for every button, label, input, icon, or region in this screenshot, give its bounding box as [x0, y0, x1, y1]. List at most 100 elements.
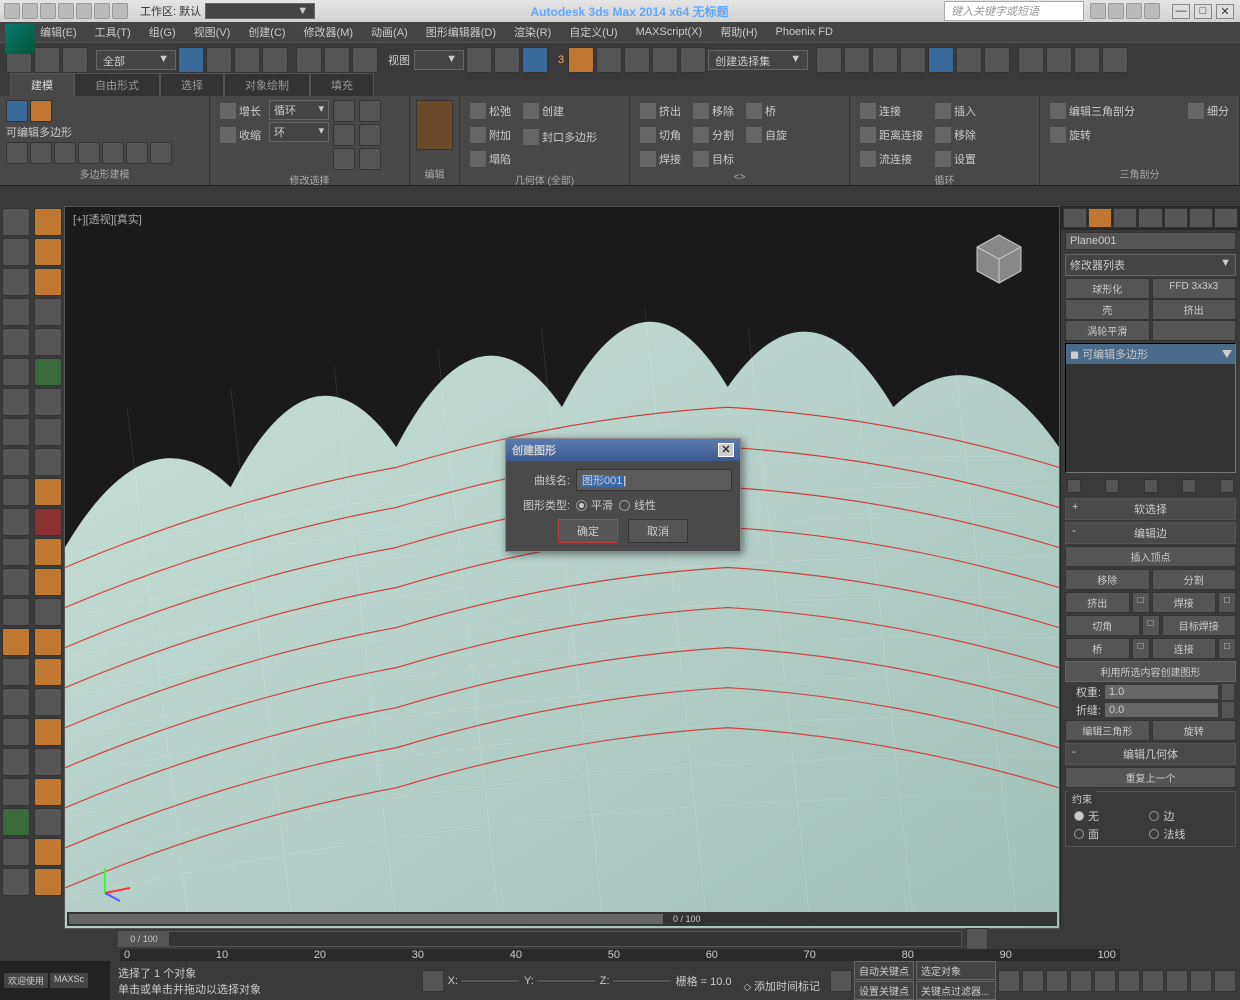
snow-icon[interactable]: [34, 748, 62, 776]
element-subobj-icon[interactable]: [54, 142, 76, 164]
maximize-button[interactable]: □: [1194, 4, 1212, 19]
constraint-none-radio[interactable]: 无: [1074, 808, 1147, 824]
lock-selection-icon[interactable]: [422, 970, 444, 992]
rotate-button-panel[interactable]: 旋转: [1152, 720, 1237, 741]
graphite-icon[interactable]: [900, 47, 926, 73]
utilities-panel-tab[interactable]: [1189, 208, 1213, 228]
time-config-icon[interactable]: [1118, 970, 1140, 992]
stack-editable-poly[interactable]: ◼ 可编辑多边形: [1066, 344, 1235, 364]
split-button[interactable]: 分割: [689, 124, 738, 146]
hierarchy-panel-tab[interactable]: [1113, 208, 1137, 228]
move-tool-icon[interactable]: [296, 47, 322, 73]
bind-space-warp-icon[interactable]: [62, 47, 88, 73]
cloud-icon[interactable]: [2, 418, 30, 446]
remove-mod-icon[interactable]: [1182, 479, 1196, 493]
key-filters-button[interactable]: 关键点过滤器...: [916, 981, 996, 1000]
rendered-frame-icon[interactable]: [1046, 47, 1072, 73]
flow-connect-button[interactable]: 流连接: [856, 148, 927, 170]
soft-selection-rollout[interactable]: +软选择: [1065, 498, 1236, 520]
ribbon-tab-modeling[interactable]: 建模: [10, 73, 74, 96]
crease-input[interactable]: 0.0: [1105, 703, 1218, 717]
ocean-icon[interactable]: [34, 688, 62, 716]
selected-obj-dropdown[interactable]: 选定对象: [916, 961, 996, 980]
bridge-settings-icon[interactable]: □: [1132, 638, 1150, 659]
pivot-center-icon[interactable]: [466, 47, 492, 73]
pan-view-icon[interactable]: [1142, 970, 1164, 992]
create-shape-from-sel-button[interactable]: 利用所选内容创建图形: [1065, 661, 1236, 682]
percent-snap-icon[interactable]: [624, 47, 650, 73]
trackbar-icon[interactable]: [966, 928, 988, 950]
remove-loop-button[interactable]: 移除: [931, 124, 980, 146]
edit-geometry-rollout[interactable]: -编辑几何体: [1065, 743, 1236, 765]
dialog-cancel-button[interactable]: 取消: [628, 519, 688, 543]
modifier-list-dropdown[interactable]: 修改器列表▼: [1065, 254, 1236, 276]
connect-edge-button[interactable]: 连接: [1152, 638, 1217, 659]
make-unique-icon[interactable]: [1144, 479, 1158, 493]
menu-views[interactable]: 视图(V): [194, 24, 231, 40]
viewport-scrollbar[interactable]: 0 / 100: [67, 912, 1057, 926]
extrude-edge-button[interactable]: 挤出: [1065, 592, 1130, 613]
preview-icon[interactable]: [150, 142, 172, 164]
shell-icon[interactable]: [2, 868, 30, 896]
link-icon[interactable]: [112, 3, 128, 19]
dot-loop-icon[interactable]: [333, 148, 355, 170]
unlink-tool-icon[interactable]: [34, 47, 60, 73]
attach-button[interactable]: 附加: [466, 124, 515, 146]
material-editor-icon[interactable]: [984, 47, 1010, 73]
ring-mode-icon[interactable]: [333, 124, 355, 146]
selection-filter-dropdown[interactable]: 全部▼: [96, 50, 176, 70]
angle-snap-icon[interactable]: [596, 47, 622, 73]
help-search-input[interactable]: 键入关键字或短语: [944, 1, 1084, 21]
new-file-icon[interactable]: [22, 3, 38, 19]
viewcube-icon[interactable]: [969, 227, 1029, 287]
insert-vertex-button[interactable]: 插入顶点: [1065, 546, 1236, 567]
hf-icon[interactable]: [2, 838, 30, 866]
goto-start-icon[interactable]: [998, 970, 1020, 992]
menu-modifiers[interactable]: 修改器(M): [304, 24, 354, 40]
viewport-label[interactable]: [+][透视][真实]: [73, 211, 142, 227]
play-anim-icon[interactable]: [1046, 970, 1068, 992]
torus-icon[interactable]: [2, 538, 30, 566]
mirror-icon[interactable]: [816, 47, 842, 73]
cap-poly-button[interactable]: 封口多边形: [519, 126, 601, 148]
menu-render[interactable]: 渲染(R): [514, 24, 551, 40]
chamfer-button[interactable]: 切角: [636, 124, 685, 146]
scale-tool-icon[interactable]: [352, 47, 378, 73]
edit-cut-icon[interactable]: [416, 100, 453, 150]
ribbon-tab-freeform[interactable]: 自由形式: [74, 73, 160, 96]
named-selection-dropdown[interactable]: 创建选择集▼: [708, 50, 808, 70]
extrude-mod-button[interactable]: 挤出: [1152, 299, 1237, 320]
search-icon[interactable]: [1090, 3, 1106, 19]
bridge-edge-button[interactable]: 桥: [1065, 638, 1130, 659]
save-icon[interactable]: [58, 3, 74, 19]
z-coord-input[interactable]: [612, 979, 672, 983]
soft-sel-icon[interactable]: [102, 142, 124, 164]
add-time-tag-button[interactable]: ◇ 添加时间标记: [744, 978, 820, 994]
app-menu-icon[interactable]: [4, 3, 20, 19]
minimize-button[interactable]: —: [1172, 4, 1190, 19]
ribbon-tab-object-paint[interactable]: 对象绘制: [224, 73, 310, 96]
rect-region-icon[interactable]: [234, 47, 260, 73]
sim-icon[interactable]: [34, 448, 62, 476]
flame-icon[interactable]: [34, 268, 62, 296]
menu-customize[interactable]: 自定义(U): [569, 24, 617, 40]
connect-settings-icon[interactable]: □: [1218, 638, 1236, 659]
menu-maxscript[interactable]: MAXScript(X): [636, 26, 703, 38]
menu-phoenix-fd[interactable]: Phoenix FD: [775, 26, 832, 38]
menu-tools[interactable]: 工具(T): [95, 24, 131, 40]
dialog-ok-button[interactable]: 确定: [558, 519, 618, 543]
dialog-close-button[interactable]: ✕: [718, 443, 734, 457]
lava-icon[interactable]: [34, 718, 62, 746]
ribbon-tab-selection[interactable]: 选择: [160, 73, 224, 96]
loop-dropdown[interactable]: 循环▾: [269, 100, 329, 120]
sun2-icon[interactable]: [2, 628, 30, 656]
loop-settings-button[interactable]: 设置: [931, 148, 980, 170]
rotate-tri-button[interactable]: 旋转: [1046, 124, 1139, 146]
subdivide-button[interactable]: 细分: [1184, 100, 1233, 122]
curve-name-input[interactable]: 图形001|: [576, 469, 732, 491]
ember-icon[interactable]: [34, 628, 62, 656]
prev-frame-icon[interactable]: [1022, 970, 1044, 992]
empty-mod-button[interactable]: [1152, 320, 1237, 341]
script-listener[interactable]: 欢迎使用MAXSc: [0, 961, 110, 1000]
chamfer-settings-icon[interactable]: □: [1142, 615, 1160, 636]
